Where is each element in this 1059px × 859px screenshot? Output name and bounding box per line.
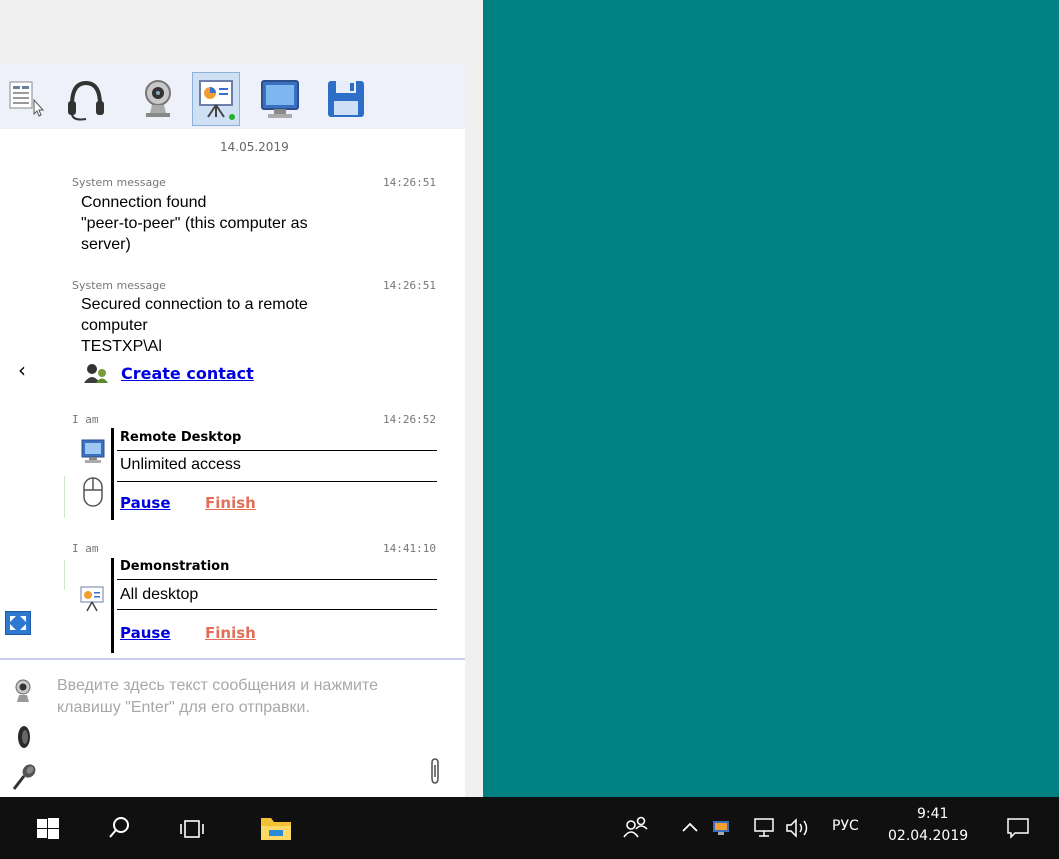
message-time: 14:26:51 bbox=[383, 279, 436, 292]
webcam-icon[interactable] bbox=[134, 72, 182, 126]
desktop-background bbox=[483, 0, 1059, 797]
card-divider bbox=[117, 450, 437, 451]
camera-icon[interactable] bbox=[10, 678, 36, 704]
finish-link[interactable]: Finish bbox=[205, 494, 256, 512]
card-value: Unlimited access bbox=[120, 456, 241, 473]
card-divider bbox=[117, 481, 437, 482]
chevron-up-icon[interactable] bbox=[680, 818, 700, 838]
volume-icon[interactable] bbox=[784, 816, 814, 840]
card-title: Demonstration bbox=[120, 559, 230, 574]
clock-time[interactable]: 9:41 bbox=[917, 806, 948, 822]
message-line: computer bbox=[81, 317, 148, 334]
divider bbox=[64, 560, 65, 590]
floppy-save-icon[interactable] bbox=[322, 72, 370, 126]
card-divider bbox=[117, 579, 437, 580]
people-icon[interactable] bbox=[622, 815, 650, 841]
message-input[interactable]: Введите здесь текст сообщения и нажмите … bbox=[57, 675, 397, 719]
finish-link[interactable]: Finish bbox=[205, 624, 256, 642]
card-bar bbox=[111, 428, 114, 520]
contact-icon bbox=[82, 362, 116, 384]
window-top-strip bbox=[0, 0, 483, 64]
message-sender: System message bbox=[72, 279, 166, 292]
mouse-icon bbox=[82, 474, 104, 510]
paperclip-icon[interactable] bbox=[428, 756, 444, 786]
clock-date[interactable]: 02.04.2019 bbox=[888, 828, 968, 844]
file-explorer-icon[interactable] bbox=[259, 814, 293, 842]
message-line: "peer-to-peer" (this computer as bbox=[81, 215, 308, 232]
back-arrow-button[interactable]: ‹ bbox=[18, 358, 26, 382]
message-sender: System message bbox=[72, 176, 166, 189]
fullscreen-icon[interactable] bbox=[5, 611, 31, 635]
divider bbox=[64, 476, 65, 518]
headset-icon[interactable] bbox=[62, 72, 110, 126]
message-time: 14:26:51 bbox=[383, 176, 436, 189]
message-line: Connection found bbox=[81, 194, 207, 211]
message-line: Secured connection to a remote bbox=[81, 296, 308, 313]
speaker-icon[interactable] bbox=[12, 724, 36, 750]
presentation-icon bbox=[79, 585, 105, 613]
message-sender: I am bbox=[72, 542, 99, 555]
language-indicator[interactable]: РУС bbox=[832, 818, 859, 834]
chat-date: 14.05.2019 bbox=[220, 140, 289, 154]
tray-app-icon[interactable] bbox=[710, 817, 732, 839]
windows-start-icon[interactable] bbox=[37, 818, 59, 840]
task-view-icon[interactable] bbox=[179, 818, 205, 840]
message-line: TESTXP\Al bbox=[81, 338, 162, 355]
monitor-icon bbox=[80, 438, 106, 466]
message-time: 14:41:10 bbox=[383, 542, 436, 555]
search-icon[interactable] bbox=[107, 815, 133, 841]
notification-icon[interactable] bbox=[1005, 815, 1031, 841]
pause-link[interactable]: Pause bbox=[120, 624, 171, 642]
presentation-icon[interactable] bbox=[192, 72, 240, 126]
contact-list-icon[interactable] bbox=[8, 78, 45, 118]
card-title: Remote Desktop bbox=[120, 430, 242, 445]
message-time: 14:26:52 bbox=[383, 413, 436, 426]
message-sender: I am bbox=[72, 413, 99, 426]
card-divider bbox=[117, 609, 437, 610]
create-contact-link[interactable]: Create contact bbox=[121, 364, 254, 383]
monitor-icon[interactable] bbox=[256, 72, 304, 126]
message-line: server) bbox=[81, 236, 131, 253]
microphone-icon[interactable] bbox=[10, 762, 38, 792]
card-value: All desktop bbox=[120, 586, 199, 603]
pause-link[interactable]: Pause bbox=[120, 494, 171, 512]
card-bar bbox=[111, 558, 114, 653]
network-icon[interactable] bbox=[753, 816, 777, 840]
